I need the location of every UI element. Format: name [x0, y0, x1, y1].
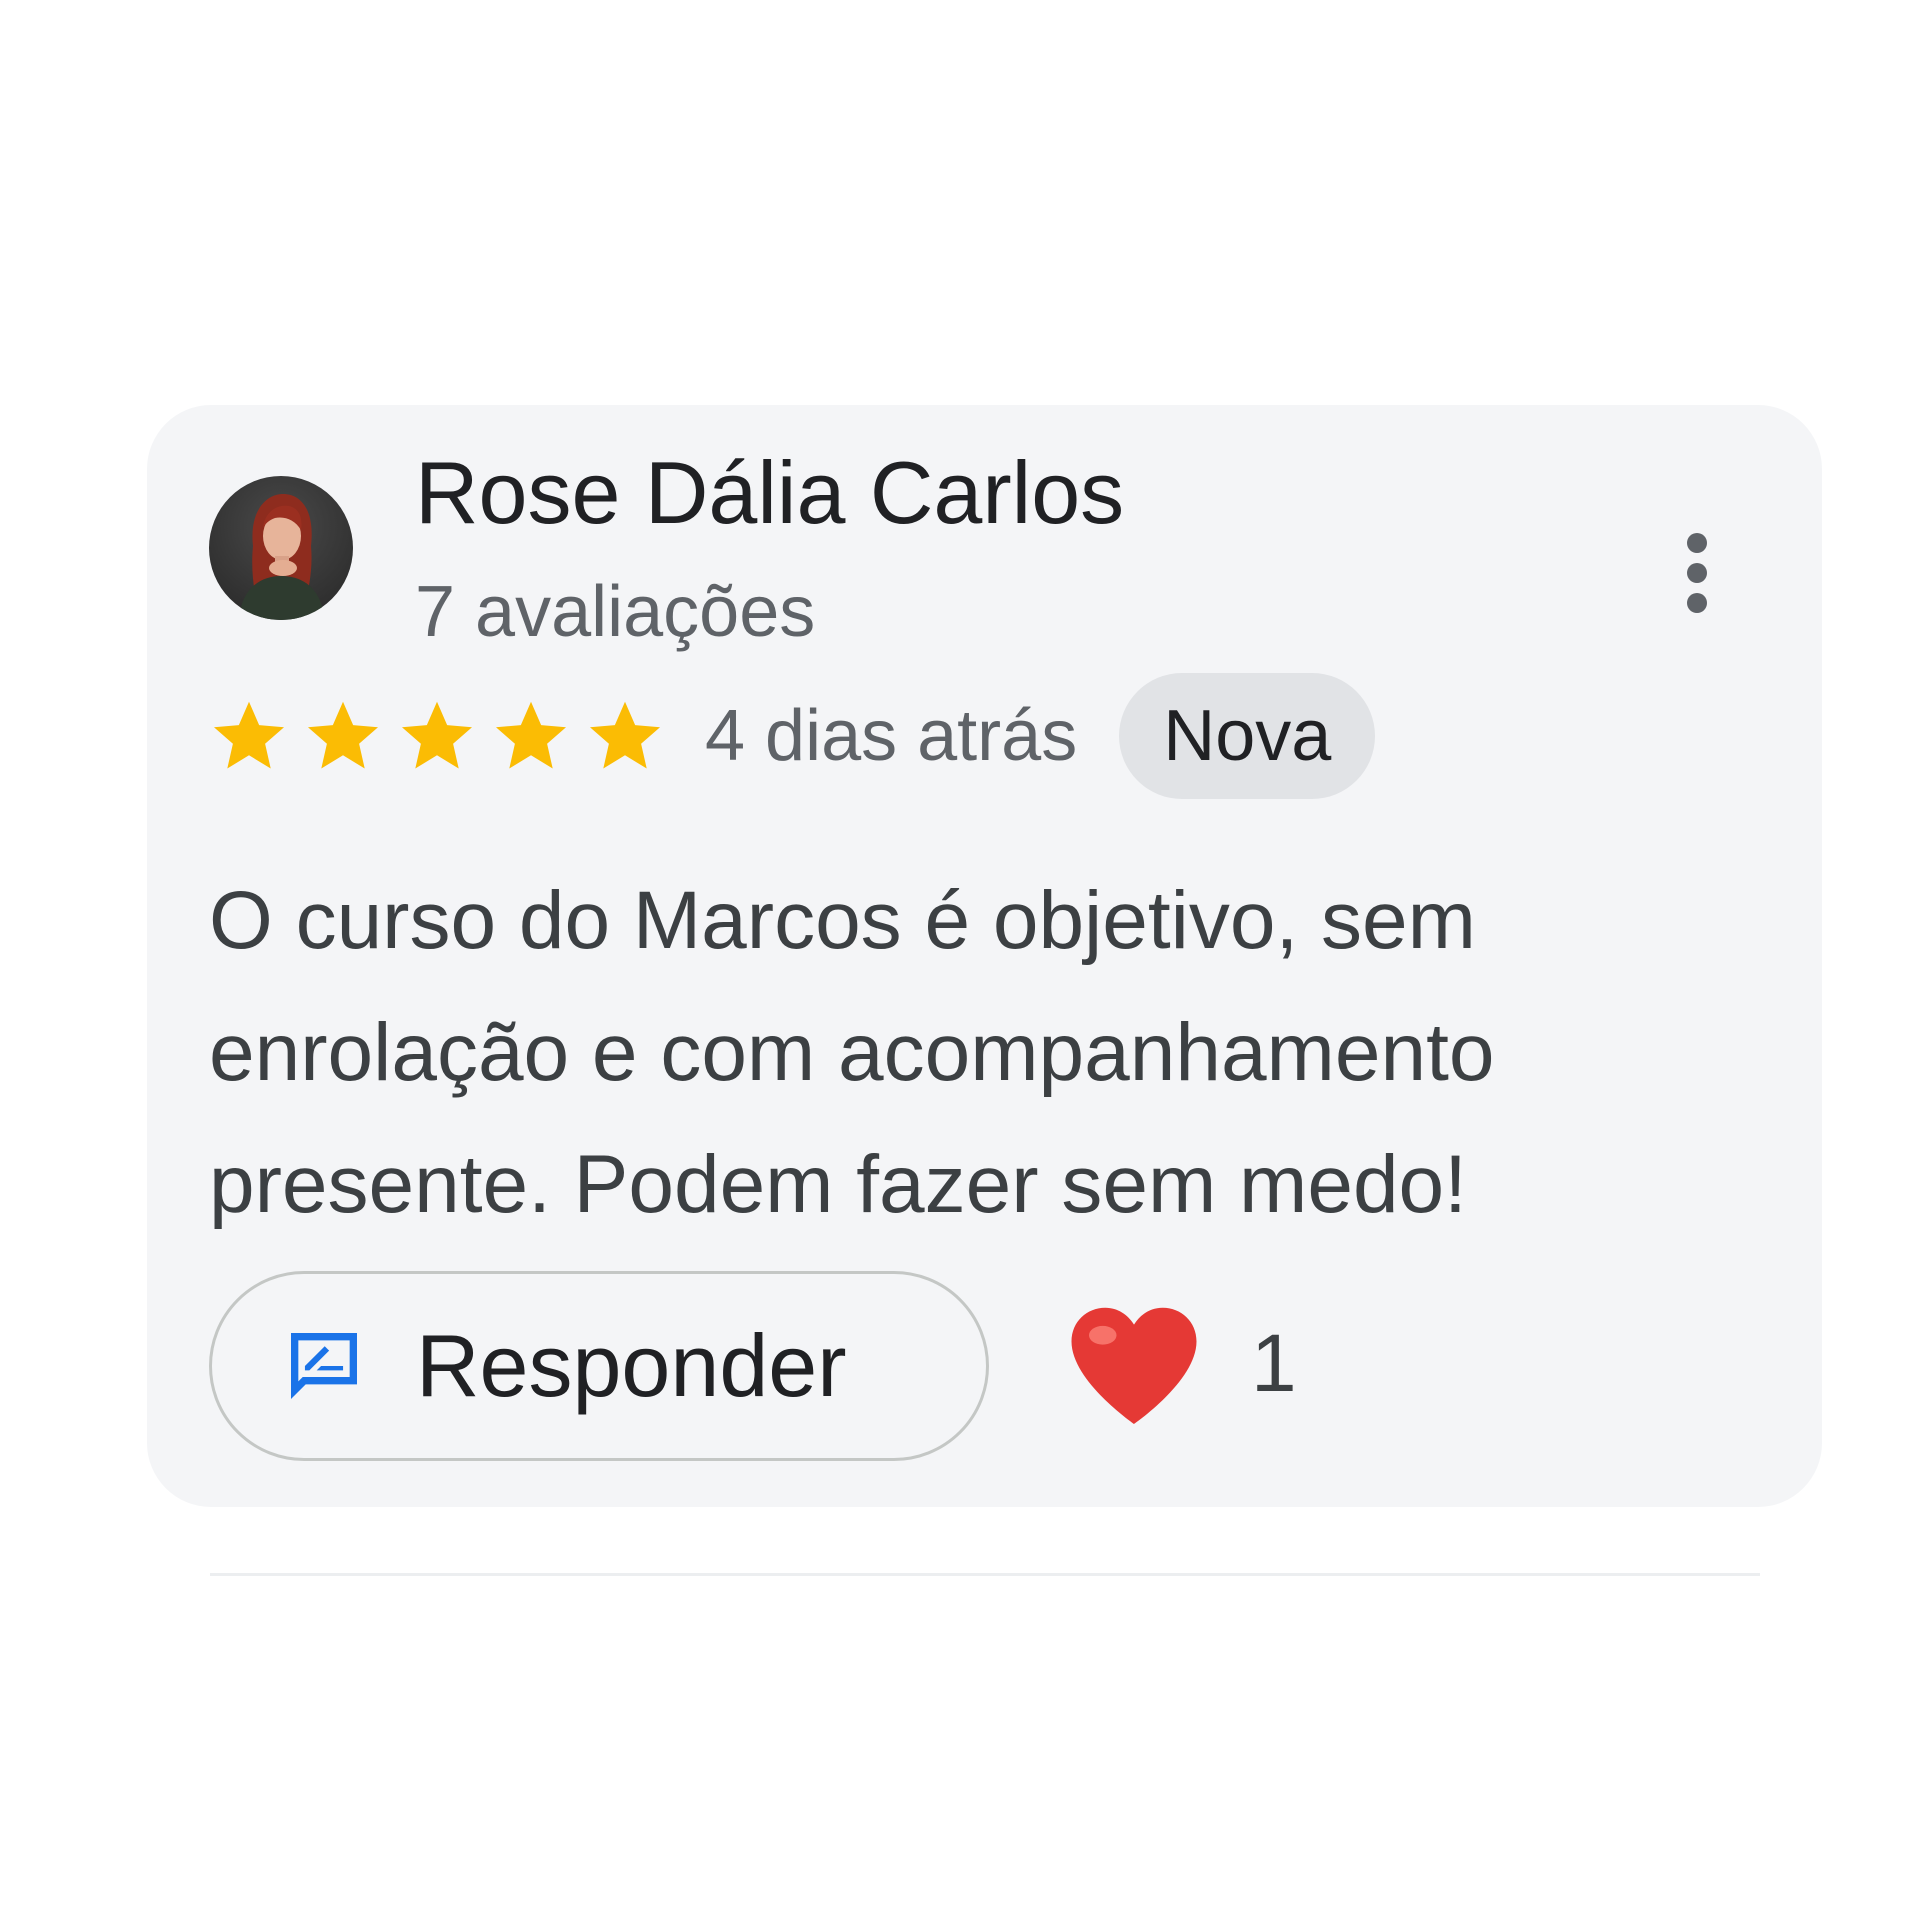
reviewer-name[interactable]: Rose Dália Carlos: [415, 444, 1124, 542]
divider: [210, 1573, 1760, 1576]
page: Rose Dália Carlos 7 avaliações 4 dias at…: [0, 0, 1920, 1920]
review-card: Rose Dália Carlos 7 avaliações 4 dias at…: [147, 405, 1822, 1507]
new-badge: Nova: [1119, 673, 1376, 799]
more-vert-icon: [1687, 533, 1707, 553]
star-icon: [402, 701, 472, 769]
reply-label: Responder: [416, 1316, 847, 1415]
more-options-button[interactable]: [1667, 523, 1727, 623]
review-text: O curso do Marcos é objetivo, sem enrola…: [209, 875, 1495, 1230]
star-icon: [214, 701, 284, 769]
star-rating: [207, 694, 667, 778]
more-vert-icon-dot: [1687, 593, 1707, 613]
reply-button[interactable]: Responder: [209, 1271, 989, 1461]
review-date: 4 dias atrás: [705, 696, 1078, 776]
avatar[interactable]: [209, 476, 353, 620]
review-count: 7 avaliações: [415, 572, 816, 652]
rating-row: 4 dias atrás Nova: [207, 673, 1376, 799]
star-icon: [590, 701, 660, 769]
star-icon: [496, 701, 566, 769]
more-vert-icon-dot: [1687, 563, 1707, 583]
reaction-count: 1: [1251, 1318, 1297, 1409]
reaction-button[interactable]: 1: [1059, 1289, 1297, 1439]
rate-review-icon: [291, 1333, 357, 1399]
avatar-image: [209, 476, 353, 620]
heart-icon: [1071, 1307, 1197, 1424]
star-icon: [308, 701, 378, 769]
